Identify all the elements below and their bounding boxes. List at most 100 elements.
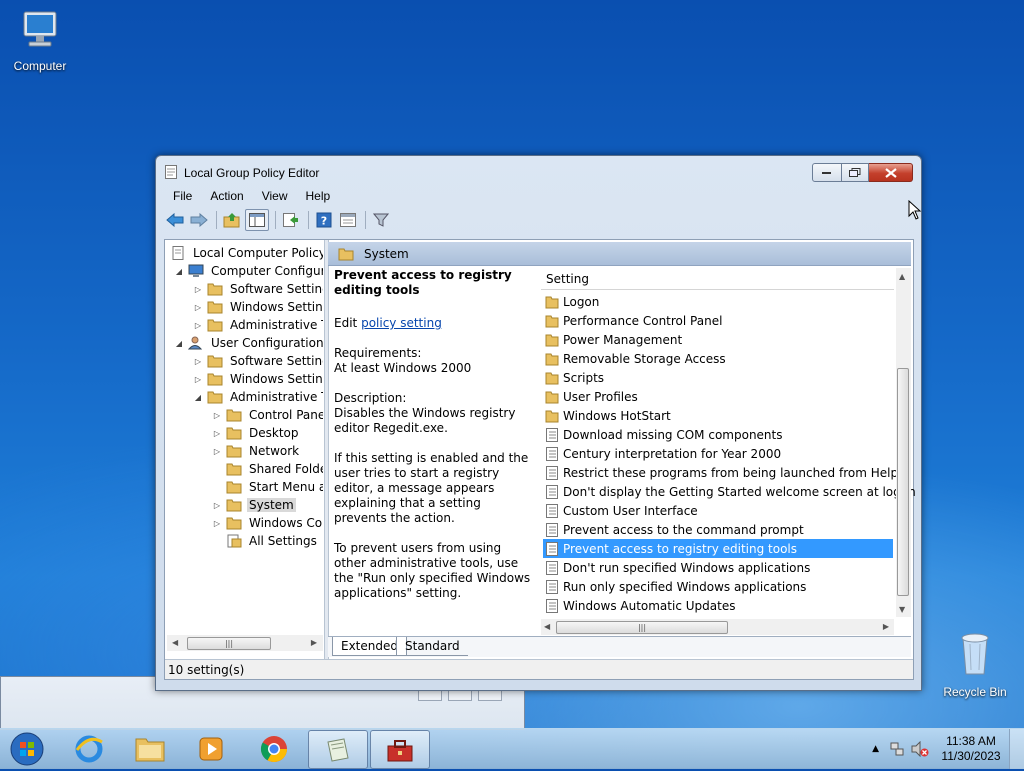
clock[interactable]: 11:38 AM 11/30/2023 [933, 734, 1009, 764]
list-item-setting[interactable]: Custom User Interface [543, 501, 893, 520]
collapsed-arrow-icon[interactable]: ▷ [193, 321, 203, 330]
tree-node-windows-settings[interactable]: ▷ Windows Setting [193, 298, 323, 316]
expanded-arrow-icon[interactable]: ◢ [193, 393, 203, 402]
tree-node-user-configuration[interactable]: ◢ User Configuration [174, 334, 323, 352]
menu-action[interactable]: Action [201, 186, 252, 206]
list-item-setting[interactable]: Run only specified Windows applications [543, 577, 893, 596]
up-one-level-button[interactable] [221, 210, 243, 230]
list-item-folder[interactable]: Scripts [543, 368, 893, 387]
list-item-setting[interactable]: Prevent access to the command prompt [543, 520, 893, 539]
list-item-setting[interactable]: Windows Automatic Updates [543, 596, 893, 615]
collapsed-arrow-icon[interactable]: ▷ [193, 375, 203, 384]
collapsed-arrow-icon[interactable]: ▷ [193, 303, 203, 312]
list-item-setting[interactable]: Download missing COM components [543, 425, 893, 444]
list-horizontal-scrollbar[interactable]: ◀ ||| ▶ [541, 619, 894, 635]
taskbar-internet-explorer[interactable] [60, 730, 118, 767]
expanded-arrow-icon[interactable]: ◢ [174, 267, 184, 276]
column-header-setting[interactable]: Setting [541, 268, 894, 290]
tree-node-control-panel[interactable]: ▷ Control Panel [212, 406, 323, 424]
close-icon [884, 167, 897, 178]
title-bar[interactable]: Local Group Policy Editor [156, 156, 921, 186]
policy-setting-icon [546, 560, 558, 575]
show-desktop-button[interactable] [1009, 729, 1024, 769]
tree-node-start-menu[interactable]: Start Menu ar [226, 478, 323, 496]
scroll-right-arrow-icon[interactable]: ▶ [883, 622, 889, 631]
volume-muted-icon[interactable] [911, 741, 929, 757]
tree-node-desktop[interactable]: ▷ Desktop [212, 424, 301, 442]
taskbar-windows-explorer[interactable] [121, 730, 179, 767]
scroll-right-arrow-icon[interactable]: ▶ [311, 638, 317, 647]
console-tree-icon [249, 213, 265, 227]
tree-node-software-settings[interactable]: ▷ Software Settings [193, 280, 323, 298]
tree-node-administrative-templates[interactable]: ▷ Administrative Te [193, 316, 323, 334]
help-button[interactable]: ? [313, 210, 335, 230]
list-item-folder[interactable]: Removable Storage Access [543, 349, 893, 368]
scroll-left-arrow-icon[interactable]: ◀ [544, 622, 550, 631]
list-item-folder[interactable]: Power Management [543, 330, 893, 349]
list-item-folder[interactable]: Performance Control Panel [543, 311, 893, 330]
taskbar-toolbox-app[interactable] [370, 730, 430, 769]
collapsed-arrow-icon[interactable]: ▷ [193, 357, 203, 366]
tree-node-system[interactable]: ▷ System [212, 496, 296, 514]
console-tree[interactable]: Local Computer Policy ◢ Computer Configu… [167, 242, 323, 635]
tree-node-shared-folders[interactable]: Shared Folder [226, 460, 323, 478]
properties-button[interactable] [337, 210, 359, 230]
menu-file[interactable]: File [164, 186, 201, 206]
filter-button[interactable] [370, 210, 392, 230]
taskbar-chrome[interactable] [245, 730, 303, 767]
settings-list[interactable]: Setting Logon Performance Control Panel Po… [541, 268, 916, 635]
close-button[interactable] [869, 163, 913, 182]
edit-policy-setting-link[interactable]: policy setting [361, 316, 442, 330]
collapsed-arrow-icon[interactable]: ▷ [212, 411, 222, 420]
taskbar-group-policy-editor[interactable] [308, 730, 368, 769]
tree-node-user-administrative-templates[interactable]: ◢ Administrative Te [193, 388, 323, 406]
folder-icon [545, 372, 559, 384]
menu-view[interactable]: View [253, 186, 297, 206]
list-item-setting[interactable]: Don't display the Getting Started welcom… [543, 482, 916, 501]
taskbar-media-player[interactable] [182, 730, 240, 767]
scroll-up-arrow-icon[interactable]: ▲ [899, 272, 905, 281]
list-vertical-scrollbar[interactable]: ▲ ▼ [896, 268, 911, 617]
export-list-button[interactable] [280, 210, 302, 230]
desktop-icon-recycle-bin[interactable]: Recycle Bin [935, 630, 1015, 699]
toolbar-separator [275, 211, 276, 229]
tree-node-local-computer-policy[interactable]: Local Computer Policy [170, 244, 323, 262]
scroll-left-arrow-icon[interactable]: ◀ [172, 638, 178, 647]
tree-node-windows-components[interactable]: ▷ Windows Cor [212, 514, 323, 532]
menu-help[interactable]: Help [297, 186, 340, 206]
scrollbar-thumb[interactable]: ||| [187, 637, 271, 650]
collapsed-arrow-icon[interactable]: ▷ [212, 501, 222, 510]
desktop-icon-computer[interactable]: Computer [0, 10, 80, 73]
collapsed-arrow-icon[interactable]: ▷ [212, 447, 222, 456]
list-item-folder[interactable]: Logon [543, 292, 893, 311]
expanded-arrow-icon[interactable]: ◢ [174, 339, 184, 348]
tree-node-user-software-settings[interactable]: ▷ Software Settings [193, 352, 323, 370]
forward-button[interactable] [188, 210, 210, 230]
collapsed-arrow-icon[interactable]: ▷ [212, 429, 222, 438]
list-item-folder[interactable]: User Profiles [543, 387, 893, 406]
back-button[interactable] [164, 210, 186, 230]
scrollbar-thumb[interactable]: ||| [556, 621, 728, 634]
tree-horizontal-scrollbar[interactable]: ◀ ||| ▶ [167, 635, 323, 651]
maximize-button[interactable] [842, 163, 869, 182]
tree-node-network[interactable]: ▷ Network [212, 442, 301, 460]
tree-node-computer-configuration[interactable]: ◢ Computer Configura [174, 262, 323, 280]
list-item-setting[interactable]: Century interpretation for Year 2000 [543, 444, 893, 463]
tree-node-all-settings[interactable]: All Settings [226, 532, 319, 550]
network-icon[interactable] [889, 741, 905, 757]
list-item-setting[interactable]: Restrict these programs from being launc… [543, 463, 898, 482]
collapsed-arrow-icon[interactable]: ▷ [212, 519, 222, 528]
collapsed-arrow-icon[interactable]: ▷ [193, 285, 203, 294]
minimize-button[interactable] [812, 163, 842, 182]
start-button[interactable] [4, 730, 50, 768]
show-hidden-icons-icon[interactable]: ▲ [872, 744, 879, 754]
scrollbar-thumb[interactable] [897, 368, 909, 596]
tree-node-user-windows-settings[interactable]: ▷ Windows Setting [193, 370, 323, 388]
tab-standard[interactable]: Standard [396, 637, 468, 656]
scroll-down-arrow-icon[interactable]: ▼ [899, 605, 905, 614]
list-item-folder[interactable]: Windows HotStart [543, 406, 893, 425]
show-hide-console-tree-button[interactable] [245, 209, 269, 231]
group-policy-editor-window[interactable]: Local Group Policy Editor File Action Vi… [155, 155, 922, 691]
list-item-setting[interactable]: Don't run specified Windows applications [543, 558, 893, 577]
list-item-setting[interactable]: Prevent access to registry editing tools [543, 539, 893, 558]
